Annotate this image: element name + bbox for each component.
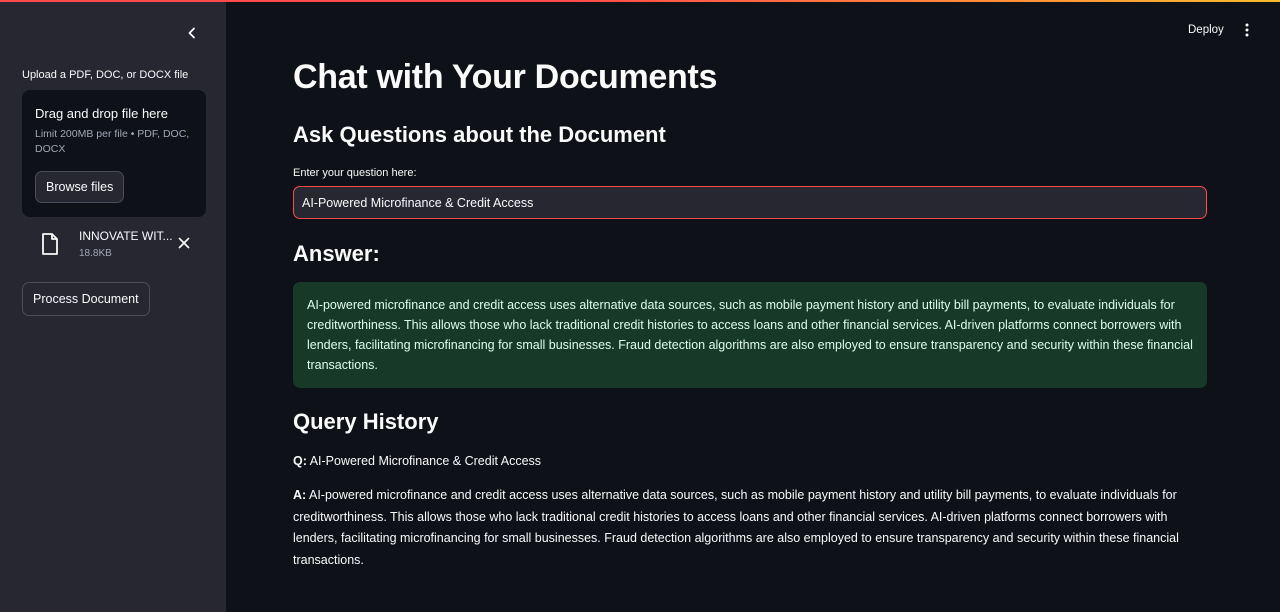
history-answer-text: AI-powered microfinance and credit acces… [293, 488, 1179, 567]
deploy-button[interactable]: Deploy [1182, 20, 1230, 40]
close-icon [178, 237, 190, 249]
main-menu-button[interactable] [1239, 21, 1255, 39]
top-decoration-bar [0, 0, 1280, 2]
file-dropzone[interactable]: Drag and drop file here Limit 200MB per … [22, 90, 206, 217]
question-prefix: Q: [293, 454, 307, 468]
ask-questions-heading: Ask Questions about the Document [293, 122, 666, 147]
document-icon [42, 233, 58, 255]
answer-box: AI-powered microfinance and credit acces… [293, 282, 1207, 388]
sidebar: Upload a PDF, DOC, or DOCX file Drag and… [0, 0, 226, 612]
history-question-text: AI-Powered Microfinance & Credit Access [309, 454, 542, 468]
history-question: Q: AI-Powered Microfinance & Credit Acce… [293, 452, 1207, 470]
dropzone-limit: Limit 200MB per file • PDF, DOC, DOCX [35, 128, 190, 155]
answer-prefix: A: [293, 488, 307, 502]
answer-heading: Answer: [293, 241, 380, 266]
remove-file-button[interactable] [176, 235, 192, 251]
browse-files-button[interactable]: Browse files [35, 171, 125, 203]
file-size: 18.8KB [79, 248, 112, 259]
uploaded-file-item: INNOVATE WIT... 18.8KB [36, 228, 206, 264]
dropzone-title: Drag and drop file here [35, 106, 168, 121]
question-label: Enter your question here: [293, 167, 417, 179]
process-document-button[interactable]: Process Document [22, 282, 150, 316]
question-input[interactable] [293, 186, 1207, 219]
collapse-sidebar-button[interactable] [181, 22, 203, 44]
chevron-left-icon [188, 27, 195, 39]
page-title: Chat with Your Documents [293, 58, 718, 96]
file-name: INNOVATE WIT... [79, 229, 173, 243]
vertical-dots-icon [1245, 23, 1249, 37]
upload-label: Upload a PDF, DOC, or DOCX file [22, 69, 189, 81]
history-answer: A: AI-powered microfinance and credit ac… [293, 485, 1207, 571]
app: Upload a PDF, DOC, or DOCX file Drag and… [0, 0, 1280, 612]
query-history-heading: Query History [293, 409, 439, 434]
